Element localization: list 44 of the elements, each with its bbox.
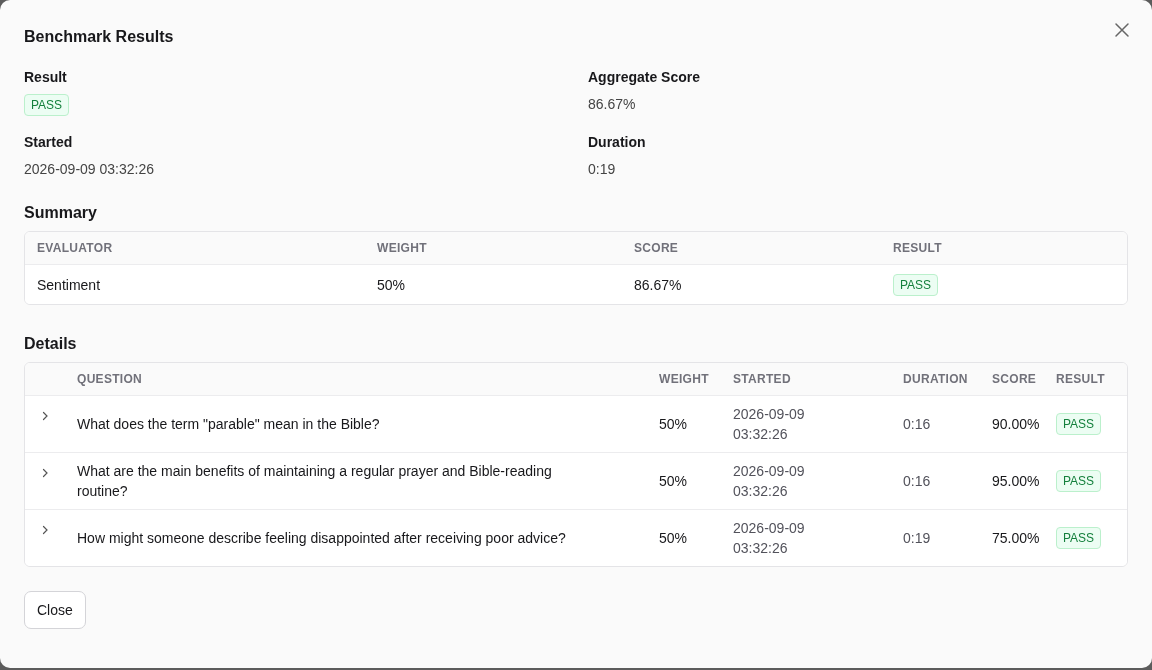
- table-cell-text: 0:16: [902, 415, 932, 434]
- column-header: DURATION: [902, 372, 969, 386]
- column-header: QUESTION: [76, 372, 144, 386]
- table-cell-text: 2026-09-09 03:32:26: [732, 462, 806, 501]
- table-cell-text: 50%: [376, 275, 407, 295]
- table-cell-text: 2026-09-09 03:32:26: [732, 519, 806, 558]
- section-heading: Summary: [24, 203, 98, 223]
- dialog-title: Benchmark Results: [24, 27, 174, 47]
- field-label: Duration: [588, 133, 646, 151]
- column-header: WEIGHT: [658, 372, 710, 386]
- table-cell-text: 90.00%: [991, 415, 1041, 434]
- table-cell-text: 0:16: [902, 472, 932, 491]
- question-cell-text: What does the term "parable" mean in the Bible?: [76, 415, 381, 434]
- column-header: SCORE: [633, 241, 680, 255]
- table-cell-text: 2026-09-09 03:32:26: [732, 405, 806, 444]
- table-cell-text: 50%: [658, 415, 689, 434]
- column-header: STARTED: [732, 372, 792, 386]
- column-header: SCORE: [991, 372, 1038, 386]
- status-badge: PASS: [1056, 527, 1102, 549]
- table-cell-text: Sentiment: [36, 275, 102, 295]
- status-badge: PASS: [1056, 470, 1102, 492]
- table-cell-text: 50%: [658, 472, 689, 491]
- status-badge: PASS: [893, 273, 939, 296]
- field-label: Aggregate Score: [588, 68, 701, 86]
- table-cell-text: 86.67%: [633, 275, 683, 295]
- table-cell-text: 75.00%: [991, 529, 1041, 548]
- field-label: Started: [24, 133, 73, 151]
- column-header: EVALUATOR: [36, 241, 114, 255]
- field-value: 2026-09-09 03:32:26: [24, 160, 154, 179]
- column-header: RESULT: [1056, 372, 1106, 386]
- question-cell-text: How might someone describe feeling disappointed after receiving poor advice?: [76, 529, 567, 548]
- column-header: RESULT: [892, 241, 943, 255]
- field-label: Result: [24, 68, 67, 86]
- table-cell-text: 0:19: [902, 529, 932, 548]
- question-cell-text: What are the main benefits of maintaining a regular prayer and Bible-reading routine?: [76, 462, 553, 501]
- section-heading: Details: [24, 334, 78, 354]
- close-button[interactable]: Close: [24, 591, 86, 629]
- field-value: 86.67%: [588, 95, 636, 114]
- table-cell-text: 95.00%: [991, 472, 1041, 491]
- table-cell-text: 50%: [658, 529, 689, 548]
- field-value: 0:19: [588, 160, 616, 179]
- column-header: WEIGHT: [376, 241, 428, 255]
- status-badge: PASS: [1056, 413, 1102, 435]
- status-badge: PASS: [24, 94, 70, 116]
